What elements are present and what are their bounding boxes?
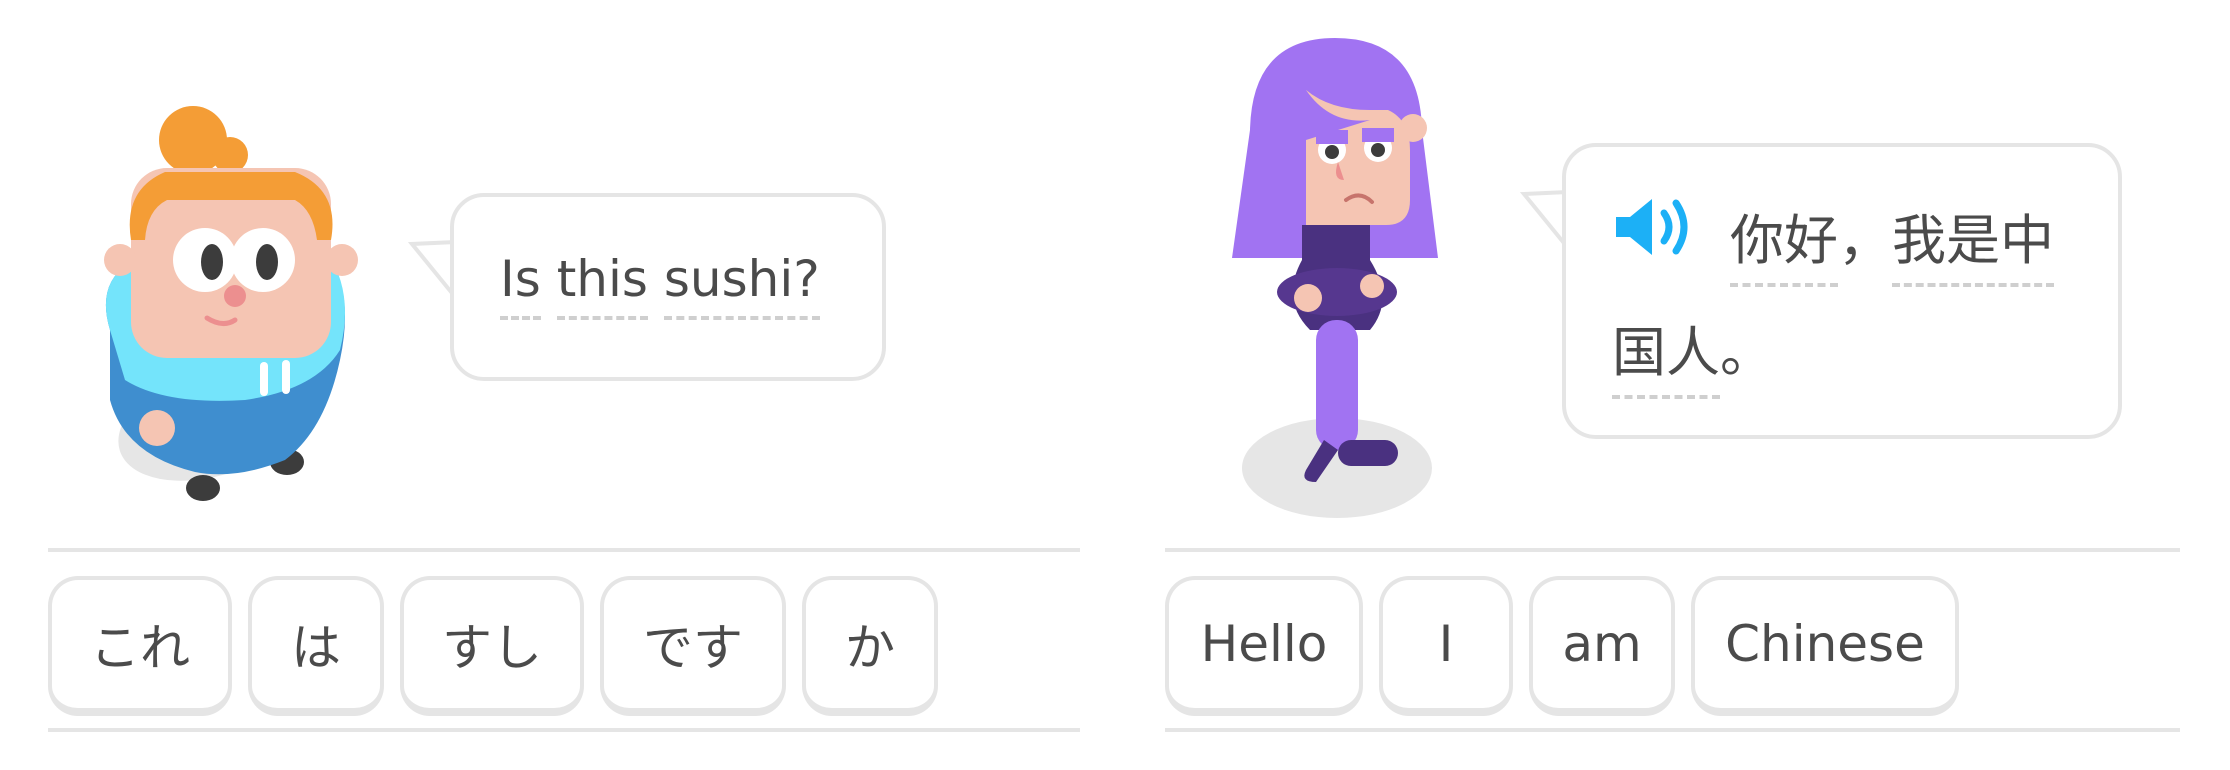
prompt-word[interactable]: this (556, 250, 649, 320)
word-chip[interactable]: I (1379, 576, 1513, 716)
word-chip[interactable]: これ (48, 576, 232, 716)
prompt-sentence: Is this sushi? (500, 250, 820, 320)
answer-line-top (48, 548, 1080, 552)
prompt-word[interactable]: Is (500, 250, 541, 320)
prompt-sentence-line-1: 你好，我是中 (1730, 196, 2054, 287)
punctuation: ， (1838, 209, 1892, 272)
prompt-word[interactable]: 我是中 (1892, 196, 2054, 287)
word-chip[interactable]: am (1529, 576, 1675, 716)
word-chip[interactable]: Chinese (1691, 576, 1959, 716)
exercise-panel-chinese: 你好，我是中 国人。 Hello I am Chinese (1160, 0, 2230, 770)
prompt-word[interactable]: 你好 (1730, 196, 1838, 287)
word-chip[interactable]: すし (400, 576, 584, 716)
character-illustration-boy (104, 106, 358, 501)
word-bank: これ は すし です か (48, 576, 954, 716)
word-chip[interactable]: は (248, 576, 384, 716)
exercise-panel-japanese: Is this sushi? これ は すし です か (0, 0, 1100, 770)
answer-line-bottom (1165, 728, 2180, 732)
word-chip[interactable]: か (802, 576, 938, 716)
word-chip[interactable]: Hello (1165, 576, 1363, 716)
prompt-word[interactable]: 国人 (1612, 308, 1720, 399)
answer-line-bottom (48, 728, 1080, 732)
character-illustration-girl (1232, 38, 1438, 518)
prompt-word[interactable]: sushi? (663, 250, 820, 320)
word-chip[interactable]: です (600, 576, 786, 716)
punctuation: 。 (1720, 321, 1774, 384)
answer-line-top (1165, 548, 2180, 552)
prompt-sentence-line-2: 国人。 (1612, 308, 1774, 399)
speaker-icon[interactable] (1612, 195, 1696, 259)
word-bank: Hello I am Chinese (1165, 576, 1975, 716)
